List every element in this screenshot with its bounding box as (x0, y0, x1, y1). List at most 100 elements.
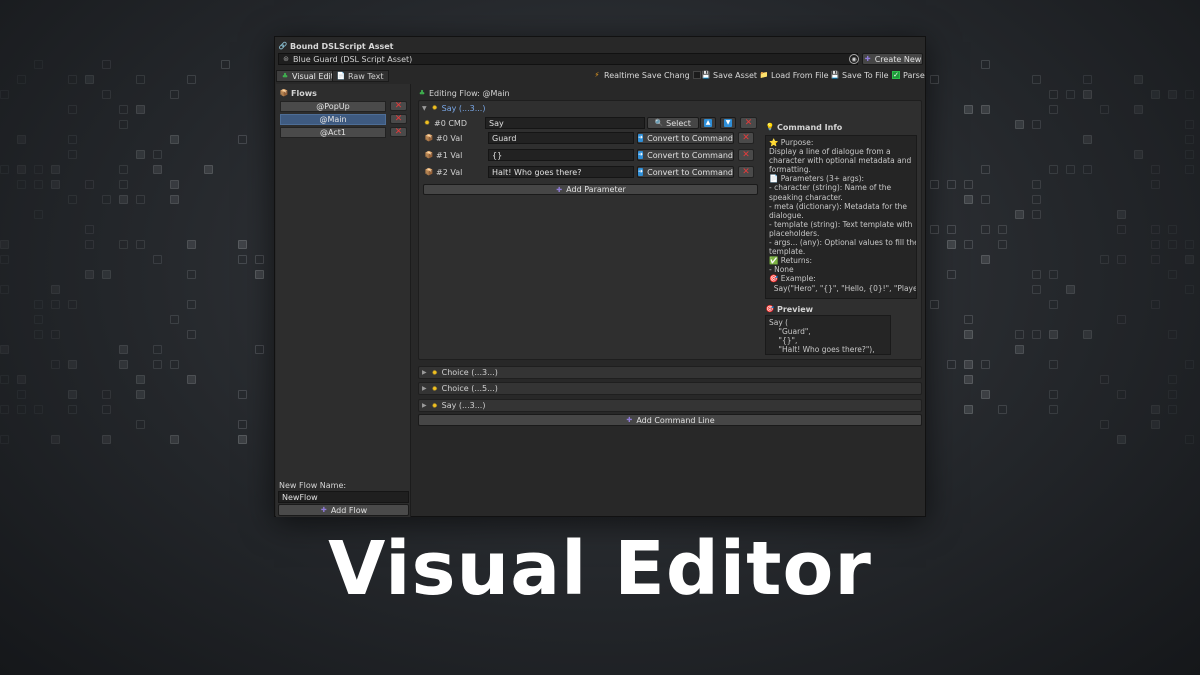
command-info-line: Display a line of dialogue from a (769, 147, 891, 157)
delete-flow-popup-button[interactable]: ✕ (390, 101, 407, 111)
command-info-header: 💡 Command Info (766, 121, 843, 133)
background-glyph (238, 135, 247, 144)
background-glyph (136, 375, 145, 384)
background-glyph (119, 360, 128, 369)
move-up-button[interactable]: ▲ (700, 117, 716, 129)
background-glyph (85, 180, 94, 189)
flows-header: 📦 Flows (280, 87, 317, 99)
realtime-save-toggle[interactable]: ⚡ Realtime Save Changes (593, 69, 701, 81)
delete-param-button[interactable]: ✕ (738, 166, 754, 178)
background-glyph (964, 180, 973, 189)
background-glyph (1100, 105, 1109, 114)
convert-to-command-button[interactable]: ➜ Convert to Command (637, 132, 734, 144)
background-glyph (1066, 90, 1075, 99)
background-glyph (1151, 300, 1160, 309)
background-glyph (51, 285, 60, 294)
headline: Visual Editor (328, 526, 872, 612)
cmd-value-input[interactable]: Say (485, 117, 645, 129)
background-glyph (981, 255, 990, 264)
window-title: Bound DSLScript Asset (290, 41, 394, 51)
create-new-button[interactable]: ✚ Create New (862, 53, 923, 65)
load-from-file-button[interactable]: 📁 Load From File (760, 69, 829, 81)
add-command-line-button[interactable]: ✚ Add Command Line (418, 414, 922, 426)
background-glyph (0, 90, 9, 99)
parse-button[interactable]: ✓ Parse (892, 69, 925, 81)
background-glyph (187, 375, 196, 384)
flow-item-act1[interactable]: @Act1 (280, 127, 386, 138)
delete-flow-main-button[interactable]: ✕ (390, 114, 407, 124)
convert-to-command-button[interactable]: ➜ Convert to Command (637, 149, 734, 161)
background-glyph (930, 225, 939, 234)
background-glyph (34, 315, 43, 324)
delete-param-button[interactable]: ✕ (738, 149, 754, 161)
convert-to-command-button[interactable]: ➜ Convert to Command (637, 166, 734, 178)
background-glyph (981, 60, 990, 69)
realtime-save-checkbox[interactable] (693, 71, 701, 79)
target-icon: 🎯 (765, 305, 775, 313)
param-0-input[interactable]: Guard (488, 132, 634, 144)
flow-item-main[interactable]: @Main (280, 114, 386, 125)
command-foldout-say[interactable]: ▼ ✹ Say (...3...) (422, 102, 485, 114)
move-down-button[interactable]: ▼ (720, 117, 736, 129)
param-1-input[interactable]: {} (488, 149, 634, 161)
background-glyph (255, 255, 264, 264)
save-asset-button[interactable]: 💾 Save Asset (702, 69, 757, 81)
param-0-label: 📦 #0 Val (424, 132, 463, 144)
arrow-up-icon: ▲ (704, 119, 712, 127)
background-glyph (1151, 240, 1160, 249)
flow-item-popup[interactable]: @PopUp (280, 101, 386, 112)
background-glyph (1100, 375, 1109, 384)
background-glyph (1168, 90, 1177, 99)
background-glyph (51, 330, 60, 339)
arrow-right-icon: ➜ (638, 168, 644, 176)
object-picker-icon[interactable]: ◉ (849, 54, 859, 64)
background-glyph (1015, 345, 1024, 354)
delete-param-button[interactable]: ✕ (738, 132, 754, 144)
new-flow-name-input[interactable]: NewFlow (278, 491, 409, 503)
parse-check-icon: ✓ (892, 71, 900, 79)
background-glyph (34, 180, 43, 189)
window-title-bar: 🔗 Bound DSLScript Asset (279, 40, 394, 52)
flows-panel: 📦 Flows @PopUp ✕ @Main ✕ @Act1 ✕ New Flo… (276, 84, 411, 517)
cube-icon: 📦 (424, 134, 434, 142)
delete-flow-act1-button[interactable]: ✕ (390, 127, 407, 137)
tab-raw-text[interactable]: 📄 Raw Text (332, 70, 389, 82)
background-glyph (1083, 75, 1092, 84)
param-label-text: #2 Val (436, 167, 463, 177)
add-parameter-button[interactable]: ✚ Add Parameter (423, 184, 758, 195)
param-1-label: 📦 #1 Val (425, 149, 463, 161)
param-2-input[interactable]: Halt! Who goes there? (488, 166, 634, 178)
background-glyph (17, 75, 26, 84)
save-to-file-button[interactable]: 💾 Save To File (831, 69, 889, 81)
command-foldout-choice-1[interactable]: ▶ ✹ Choice (...3...) (418, 366, 922, 379)
background-glyph (1168, 405, 1177, 414)
background-glyph (0, 375, 9, 384)
background-glyph (1100, 420, 1109, 429)
background-glyph (1015, 210, 1024, 219)
tab-visual-edit[interactable]: ♣ Visual Edit (276, 70, 339, 82)
command-foldout-choice-2[interactable]: ▶ ✹ Choice (...5...) (418, 382, 922, 395)
parse-label: Parse (903, 70, 925, 80)
background-glyph (1185, 435, 1194, 444)
background-glyph (68, 135, 77, 144)
flow-label: @PopUp (316, 102, 350, 111)
background-glyph (136, 75, 145, 84)
background-glyph (1032, 210, 1041, 219)
bound-asset-field[interactable]: ⊛ Blue Guard (DSL Script Asset) (278, 53, 858, 65)
add-flow-button[interactable]: ✚ Add Flow (278, 504, 409, 516)
delete-command-button[interactable]: ✕ (740, 117, 757, 129)
expanded-command-box: ▼ ✹ Say (...3...) ✹ #0 CMD Say 🔍 Select … (418, 100, 922, 360)
command-foldout-say-2[interactable]: ▶ ✹ Say (...3...) (418, 399, 922, 412)
background-glyph (1049, 165, 1058, 174)
select-command-button[interactable]: 🔍 Select (647, 117, 699, 129)
background-glyph (1015, 120, 1024, 129)
background-glyph (1049, 390, 1058, 399)
background-glyph (1151, 225, 1160, 234)
collapsed-arrow-icon: ▶ (422, 385, 427, 392)
background-glyph (1049, 300, 1058, 309)
background-glyph (947, 225, 956, 234)
background-glyph (136, 390, 145, 399)
convert-label: Convert to Command (647, 133, 733, 143)
cmd-label: ✹ #0 CMD (423, 117, 467, 129)
preview-line: Say ( (769, 318, 789, 327)
